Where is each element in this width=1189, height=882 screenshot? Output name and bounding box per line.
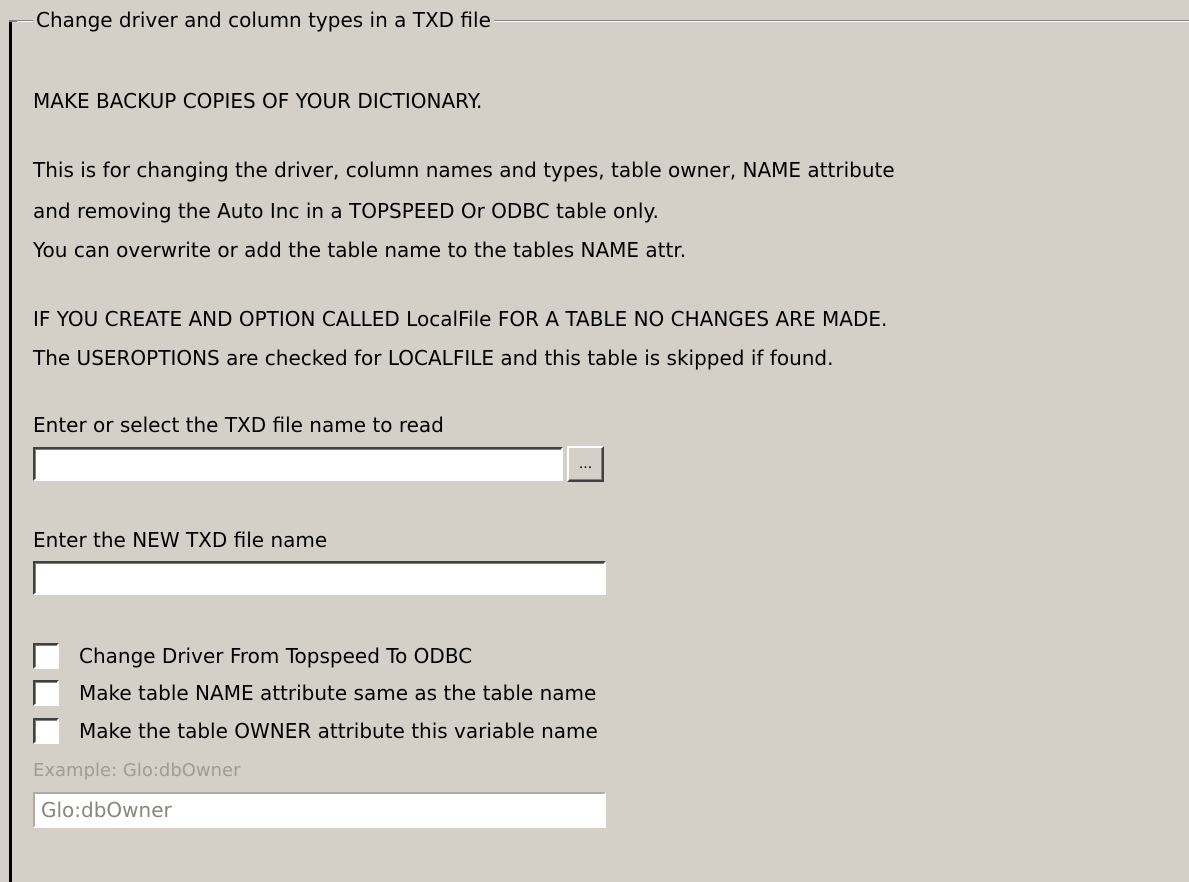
localfile-note-line-1: IF YOU CREATE AND OPTION CALLED LocalFil…: [33, 307, 888, 331]
description-line-1: This is for changing the driver, column …: [33, 158, 895, 182]
owner-variable-input[interactable]: [33, 792, 606, 828]
backup-warning-text: MAKE BACKUP COPIES OF YOUR DICTIONARY.: [33, 89, 483, 113]
group-box-left-edge: [9, 22, 12, 882]
new-file-input[interactable]: [33, 561, 606, 595]
browse-button[interactable]: ...: [567, 446, 604, 482]
change-driver-checkbox[interactable]: [33, 643, 59, 669]
description-line-3: You can overwrite or add the table name …: [33, 238, 687, 262]
table-name-attribute-label[interactable]: Make table NAME attribute same as the ta…: [79, 678, 596, 708]
localfile-note-line-2: The USEROPTIONS are checked for LOCALFIL…: [33, 346, 834, 370]
txd-change-panel: Change driver and column types in a TXD …: [0, 0, 1189, 882]
table-owner-attribute-checkbox[interactable]: [33, 718, 59, 744]
change-driver-label[interactable]: Change Driver From Topspeed To ODBC: [79, 641, 472, 671]
new-file-label: Enter the NEW TXD file name: [33, 528, 328, 552]
table-name-attribute-checkbox[interactable]: [33, 680, 59, 706]
group-box-title: Change driver and column types in a TXD …: [33, 7, 494, 33]
description-line-2: and removing the Auto Inc in a TOPSPEED …: [33, 199, 659, 223]
read-file-input[interactable]: [33, 447, 563, 481]
owner-example-label: Example: Glo:dbOwner: [33, 760, 241, 781]
read-file-label: Enter or select the TXD file name to rea…: [33, 413, 444, 437]
table-owner-attribute-label[interactable]: Make the table OWNER attribute this vari…: [79, 716, 598, 746]
